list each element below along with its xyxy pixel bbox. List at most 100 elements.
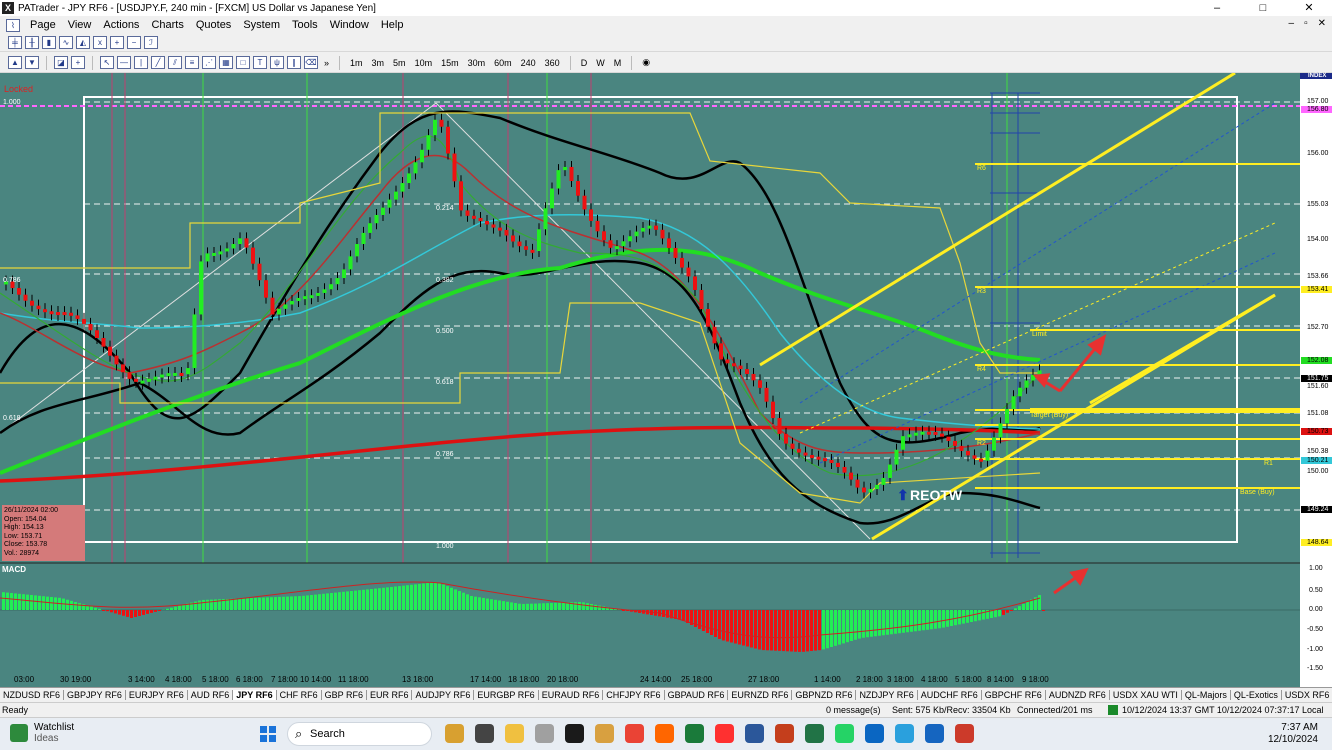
whatsapp-icon[interactable] — [835, 724, 854, 743]
chart-canvas[interactable]: ⬆ REOTW — [0, 73, 1332, 687]
cycle-icon[interactable]: ∥ — [287, 56, 301, 69]
telegram-icon[interactable] — [895, 724, 914, 743]
tf-30m[interactable]: 30m — [465, 58, 489, 68]
clock-icon[interactable]: ◉ — [639, 57, 653, 68]
tf-3m[interactable]: 3m — [369, 58, 388, 68]
symbol-tab[interactable]: USDX XAU WTI — [1110, 690, 1182, 700]
symbol-tab[interactable]: NZDUSD RF6 — [0, 690, 65, 700]
symbol-tab[interactable]: GBPCHF RF6 — [982, 690, 1046, 700]
symbol-tab[interactable]: AUDJPY RF6 — [412, 690, 475, 700]
symbol-tab[interactable]: USDX RF6 — [1282, 690, 1332, 700]
rectangle-icon[interactable]: □ — [236, 56, 250, 69]
menu-charts[interactable]: Charts — [145, 19, 189, 31]
app-icon[interactable] — [955, 724, 974, 743]
symbol-tab[interactable]: EURAUD RF6 — [539, 690, 604, 700]
symbol-tab[interactable]: NZDJPY RF6 — [856, 690, 918, 700]
app-icon[interactable] — [595, 724, 614, 743]
menu-help[interactable]: Help — [375, 19, 410, 31]
menu-window[interactable]: Window — [324, 19, 375, 31]
menu-quotes[interactable]: Quotes — [190, 19, 237, 31]
mdi-minimize-button[interactable]: – — [1289, 18, 1295, 29]
mdi-restore-button[interactable]: ▫ — [1304, 18, 1308, 29]
vline-icon[interactable]: | — [134, 56, 148, 69]
zoom-out-icon[interactable]: − — [127, 36, 141, 49]
pointer-icon[interactable]: ↖ — [100, 56, 114, 69]
symbol-tab[interactable]: AUDNZD RF6 — [1046, 690, 1110, 700]
symbol-tab[interactable]: CHFJPY RF6 — [603, 690, 665, 700]
watchlist-widget[interactable]: Watchlist Ideas — [10, 722, 74, 744]
point-figure-icon[interactable]: x — [93, 36, 107, 49]
app-icon[interactable] — [655, 724, 674, 743]
excel-icon[interactable] — [805, 724, 824, 743]
ohlc-chart-icon[interactable]: ╫ — [25, 36, 39, 49]
app-icon[interactable] — [685, 724, 704, 743]
more-tools[interactable]: » — [321, 58, 332, 68]
text-icon[interactable]: T — [253, 56, 267, 69]
tf-1m[interactable]: 1m — [347, 58, 366, 68]
crosshair-icon[interactable]: + — [71, 56, 85, 69]
maximize-button[interactable]: □ — [1240, 0, 1286, 16]
symbol-tab[interactable]: AUD RF6 — [188, 690, 234, 700]
symbol-tab[interactable]: JPY RF6 — [233, 690, 277, 700]
area-chart-icon[interactable]: ◭ — [76, 36, 90, 49]
sell-arrow-icon[interactable]: ▼ — [25, 56, 39, 69]
tf-360[interactable]: 360 — [542, 58, 563, 68]
menu-view[interactable]: View — [62, 19, 98, 31]
erase-icon[interactable]: ⌫ — [304, 56, 318, 69]
indicator-icon[interactable]: ℐ — [144, 36, 158, 49]
symbol-tab[interactable]: EURGBP RF6 — [474, 690, 539, 700]
candle-chart-icon[interactable]: ▮ — [42, 36, 56, 49]
tf-5m[interactable]: 5m — [390, 58, 409, 68]
chrome-icon[interactable] — [625, 724, 644, 743]
word-icon[interactable] — [745, 724, 764, 743]
symbol-tab[interactable]: GBPNZD RF6 — [792, 690, 857, 700]
tf-d[interactable]: D — [578, 58, 591, 68]
symbol-tab[interactable]: CHF RF6 — [277, 690, 322, 700]
symbol-tab[interactable]: AUDCHF RF6 — [918, 690, 982, 700]
tf-10m[interactable]: 10m — [412, 58, 436, 68]
zoom-in-icon[interactable]: + — [110, 36, 124, 49]
symbol-tab[interactable]: GBP RF6 — [322, 690, 367, 700]
hline-icon[interactable]: — — [117, 56, 131, 69]
taskbar-search[interactable]: Search — [287, 722, 432, 746]
gann-icon[interactable]: ▦ — [219, 56, 233, 69]
menu-system[interactable]: System — [237, 19, 286, 31]
app-icon[interactable] — [535, 724, 554, 743]
task-view-icon[interactable] — [475, 724, 494, 743]
menu-actions[interactable]: Actions — [97, 19, 145, 31]
symbol-tab[interactable]: EUR RF6 — [367, 690, 413, 700]
fib-retracement-icon[interactable]: ≡ — [185, 56, 199, 69]
file-explorer-icon[interactable] — [505, 724, 524, 743]
tf-240[interactable]: 240 — [518, 58, 539, 68]
tf-60m[interactable]: 60m — [491, 58, 515, 68]
close-button[interactable]: ✕ — [1286, 0, 1332, 16]
copilot-icon[interactable] — [445, 724, 464, 743]
symbol-tab[interactable]: GBPAUD RF6 — [665, 690, 729, 700]
channel-icon[interactable]: ⫽ — [168, 56, 182, 69]
fib-fan-icon[interactable]: ⋰ — [202, 56, 216, 69]
tf-m[interactable]: M — [611, 58, 625, 68]
menu-page[interactable]: Page — [24, 19, 62, 31]
pitchfork-icon[interactable]: ψ — [270, 56, 284, 69]
buy-arrow-icon[interactable]: ▲ — [8, 56, 22, 69]
symbol-tab[interactable]: QL-Exotics — [1231, 690, 1282, 700]
ic-app-icon[interactable] — [565, 724, 584, 743]
bar-chart-icon[interactable]: ╪ — [8, 36, 22, 49]
tf-15m[interactable]: 15m — [438, 58, 462, 68]
app-icon[interactable] — [925, 724, 944, 743]
powerpoint-icon[interactable] — [775, 724, 794, 743]
symbol-tab[interactable]: GBPJPY RF6 — [64, 690, 126, 700]
system-clock[interactable]: 7:37 AM 12/10/2024 — [1268, 722, 1318, 746]
start-button-icon[interactable] — [260, 726, 276, 742]
symbol-tab[interactable]: EURNZD RF6 — [728, 690, 793, 700]
chart-settings-icon[interactable]: ◪ — [54, 56, 68, 69]
symbol-tab[interactable]: EURJPY RF6 — [126, 690, 188, 700]
mdi-close-button[interactable]: ✕ — [1318, 18, 1326, 29]
tf-w[interactable]: W — [593, 58, 608, 68]
menu-tools[interactable]: Tools — [286, 19, 324, 31]
app-icon[interactable] — [865, 724, 884, 743]
symbol-tab[interactable]: QL-Majors — [1182, 690, 1231, 700]
line-chart-icon[interactable]: ∿ — [59, 36, 73, 49]
trendline-icon[interactable]: ╱ — [151, 56, 165, 69]
chart-doc-icon[interactable]: ⌇ — [6, 18, 20, 32]
